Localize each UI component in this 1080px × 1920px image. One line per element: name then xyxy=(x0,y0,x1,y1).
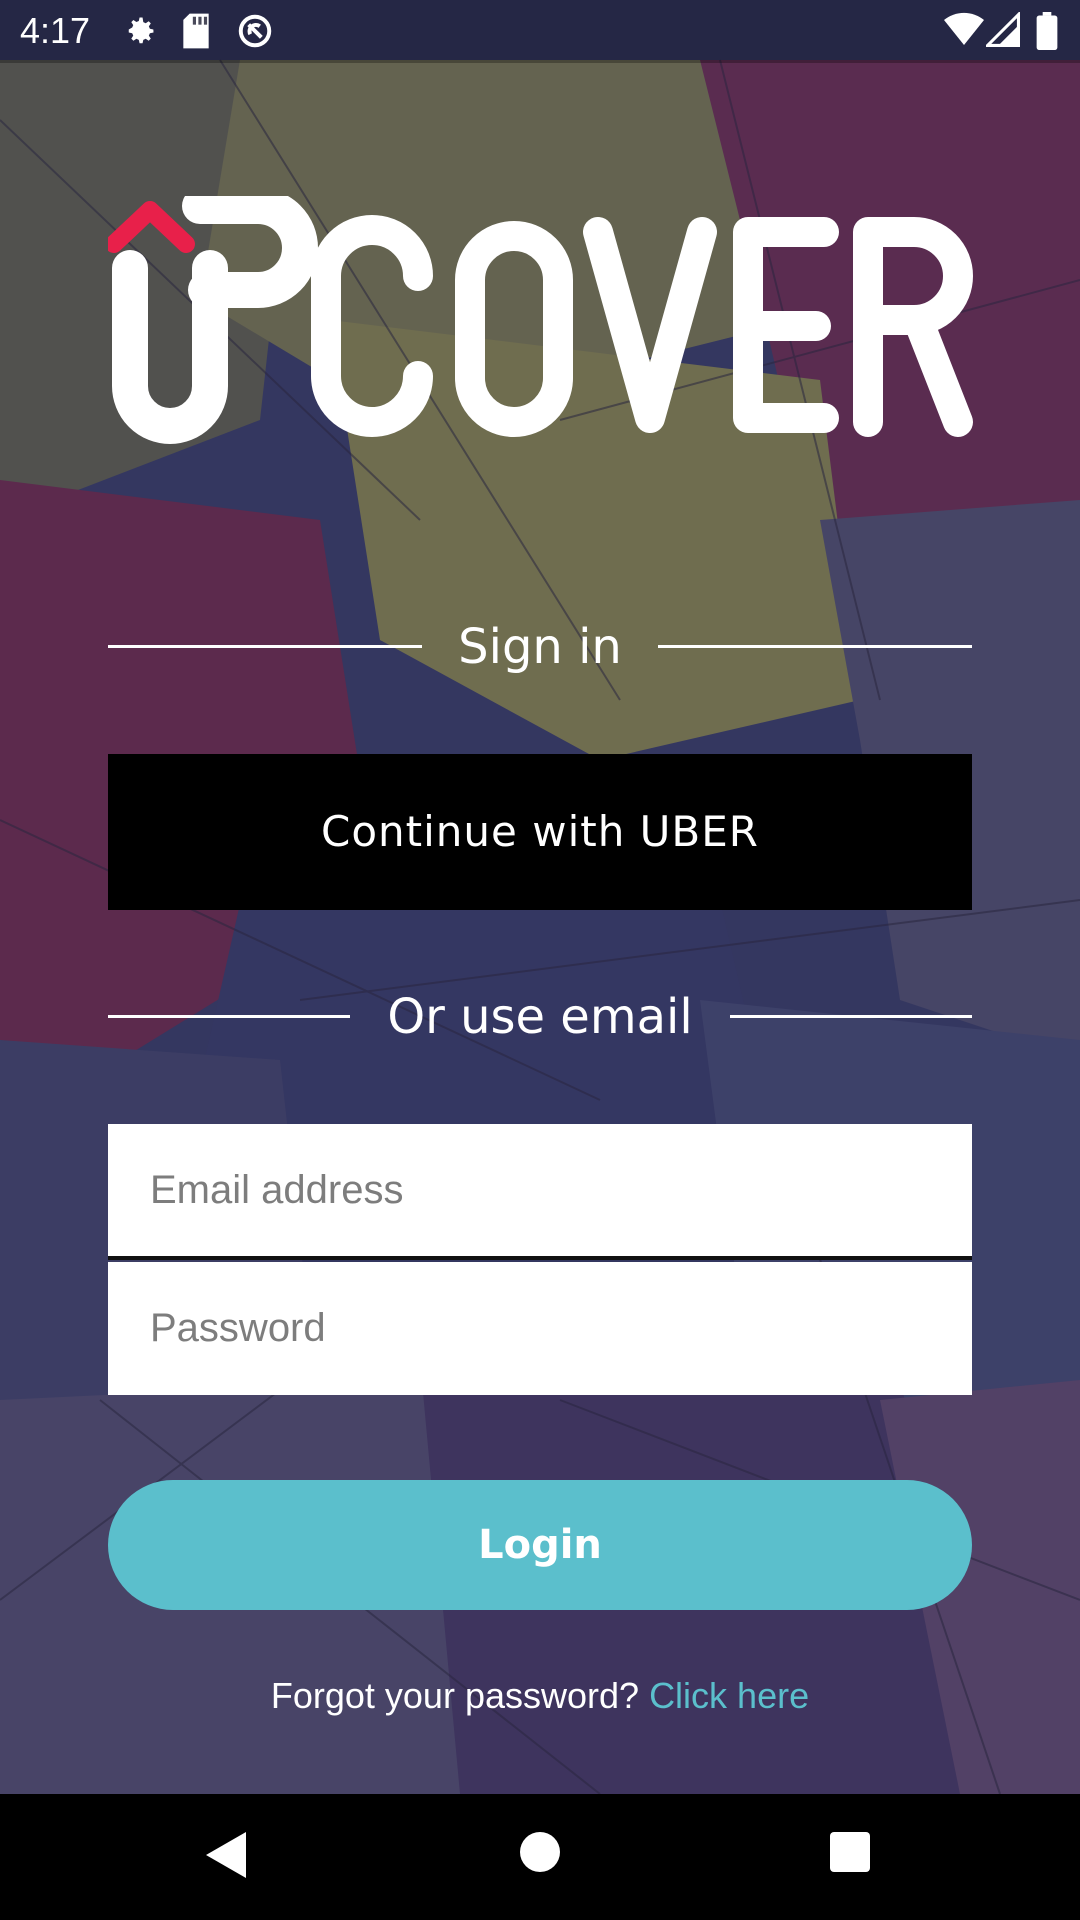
sync-icon xyxy=(236,12,274,54)
navigation-bar xyxy=(0,1794,1080,1920)
recents-icon[interactable] xyxy=(830,1832,870,1876)
forgot-password-row: Forgot your password? Click here xyxy=(0,1666,1080,1726)
forgot-password-text: Forgot your password? xyxy=(270,1675,640,1716)
email-divider: Or use email xyxy=(108,977,972,1057)
divider-line-right xyxy=(658,645,972,648)
gear-icon xyxy=(122,12,158,54)
continue-with-uber-button[interactable]: Continue with UBER xyxy=(108,754,972,910)
email-field-container xyxy=(108,1124,972,1260)
password-field-container xyxy=(108,1262,972,1395)
status-time: 4:17 xyxy=(20,10,91,51)
wifi-icon xyxy=(944,12,984,52)
upcover-logo xyxy=(105,188,978,446)
battery-icon xyxy=(1036,12,1058,54)
sd-card-icon xyxy=(180,12,212,54)
email-input[interactable] xyxy=(108,1124,972,1256)
signal-icon xyxy=(983,10,1020,52)
login-screen: 4:17 Sign in Continue with UBER Or use e… xyxy=(0,0,1080,1920)
login-button[interactable]: Login xyxy=(108,1480,972,1610)
home-icon[interactable] xyxy=(520,1832,560,1876)
password-input[interactable] xyxy=(108,1262,972,1395)
sign-in-divider: Sign in xyxy=(108,607,972,687)
status-bar: 4:17 xyxy=(0,0,1080,63)
back-icon[interactable] xyxy=(204,1830,248,1884)
divider-line-right xyxy=(730,1015,972,1018)
forgot-password-link[interactable]: Click here xyxy=(649,1675,809,1716)
